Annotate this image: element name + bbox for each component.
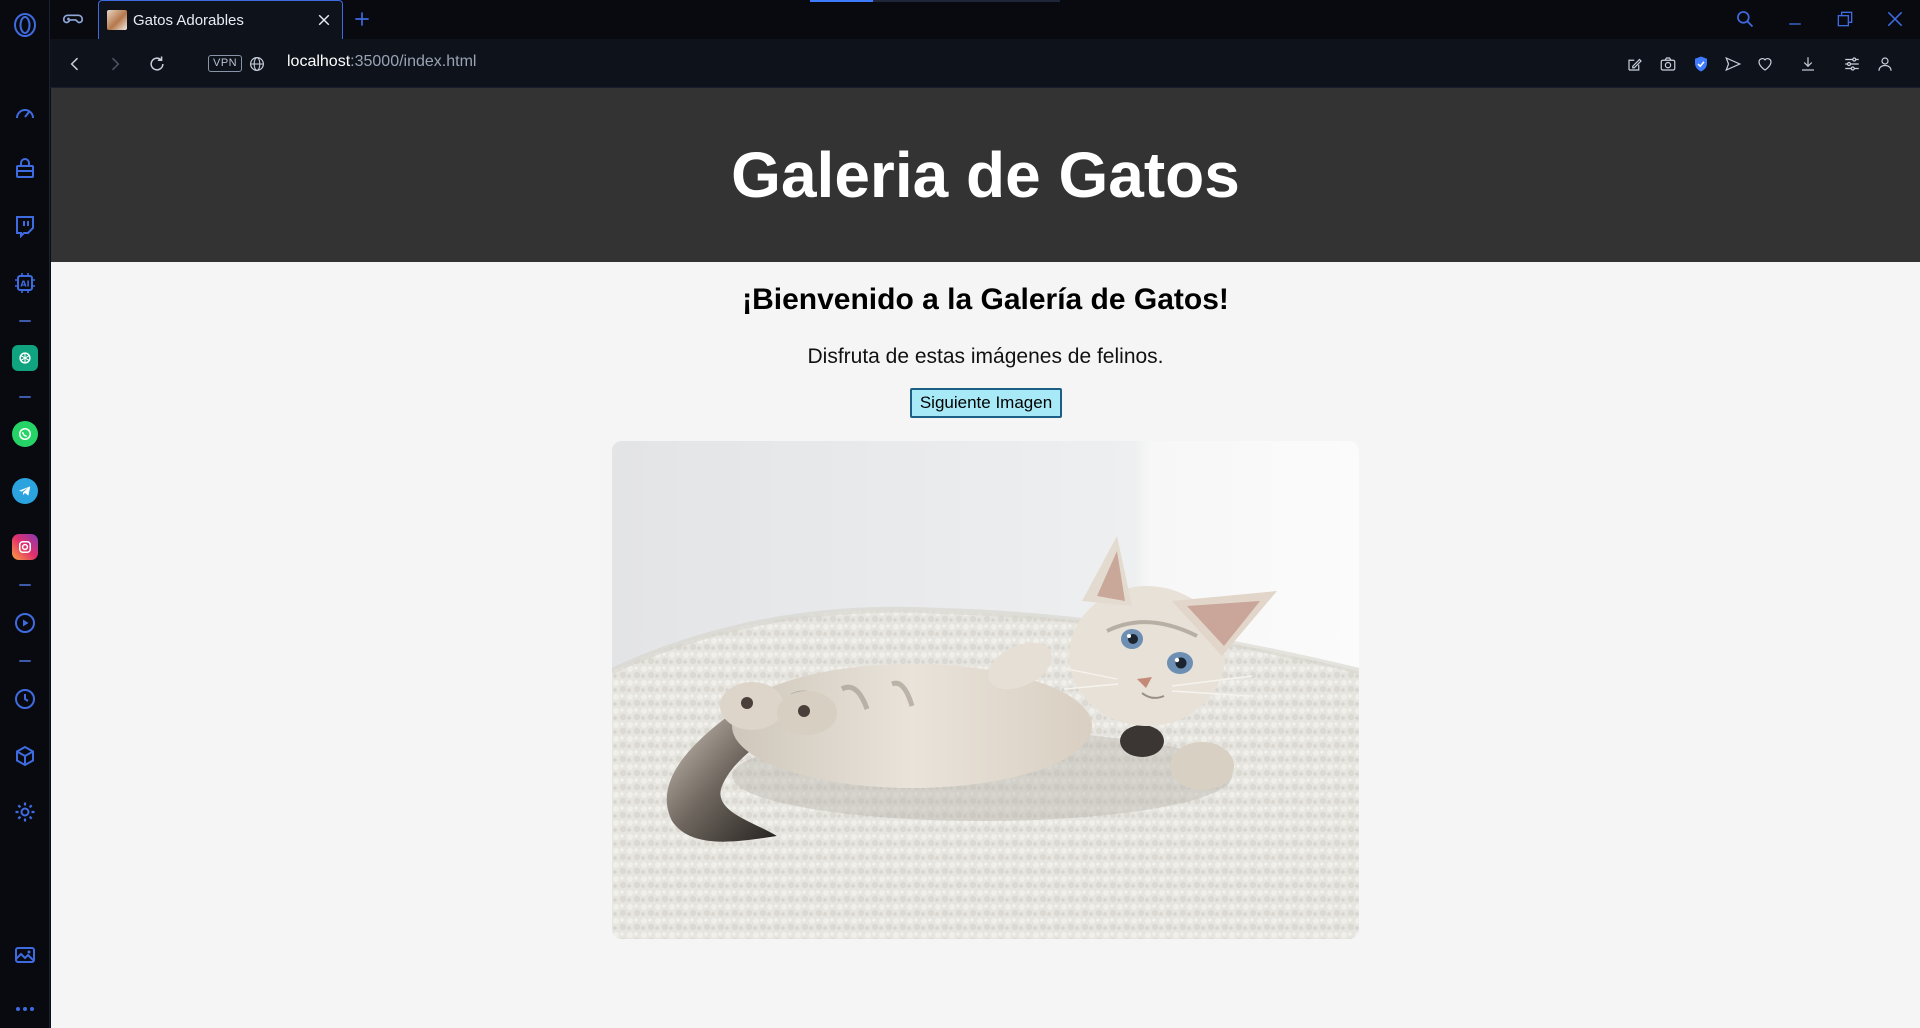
opera-logo-icon[interactable] bbox=[12, 12, 38, 38]
ai-chip-icon[interactable]: AI bbox=[12, 270, 38, 296]
reload-button[interactable] bbox=[144, 51, 170, 77]
more-icon[interactable] bbox=[12, 996, 38, 1022]
instagram-icon[interactable] bbox=[12, 534, 38, 560]
whatsapp-icon[interactable] bbox=[12, 421, 38, 447]
sidebar-separator bbox=[19, 396, 31, 398]
settings-gear-icon[interactable] bbox=[12, 799, 38, 825]
send-icon[interactable] bbox=[1720, 51, 1746, 77]
player-icon[interactable] bbox=[12, 610, 38, 636]
gamepad-icon[interactable] bbox=[60, 6, 86, 32]
speed-dial-icon[interactable] bbox=[12, 100, 38, 126]
vpn-badge[interactable]: VPN bbox=[208, 55, 243, 72]
sidebar-separator bbox=[19, 584, 31, 586]
url-field[interactable]: localhost:35000/index.html bbox=[287, 53, 476, 71]
subtitle-text: Disfruta de estas imágenes de felinos. bbox=[807, 345, 1164, 368]
svg-text:AI: AI bbox=[20, 280, 29, 289]
extensions-cube-icon[interactable] bbox=[12, 743, 38, 769]
history-icon[interactable] bbox=[12, 686, 38, 712]
shopping-bag-icon[interactable] bbox=[12, 156, 38, 182]
globe-icon[interactable] bbox=[244, 51, 270, 77]
adblock-shield-icon[interactable] bbox=[1688, 51, 1714, 77]
welcome-heading: ¡Bienvenido a la Galería de Gatos! bbox=[742, 283, 1229, 316]
url-path: :35000/index.html bbox=[350, 53, 477, 70]
reload-icon bbox=[150, 56, 164, 71]
close-window-icon[interactable] bbox=[1882, 6, 1908, 32]
profile-icon[interactable] bbox=[1872, 51, 1898, 77]
close-icon[interactable] bbox=[314, 10, 334, 30]
heart-icon[interactable] bbox=[1752, 51, 1778, 77]
plus-icon bbox=[355, 12, 369, 26]
url-host: localhost bbox=[287, 53, 351, 70]
load-progress-bar bbox=[810, 0, 1060, 2]
forward-button[interactable] bbox=[102, 51, 128, 77]
chatgpt-icon[interactable] bbox=[12, 345, 38, 371]
tab-title: Gatos Adorables bbox=[133, 11, 244, 29]
sidebar-separator bbox=[19, 660, 31, 662]
back-button[interactable] bbox=[62, 51, 88, 77]
chevron-left-icon bbox=[70, 57, 79, 71]
download-icon[interactable] bbox=[1795, 51, 1821, 77]
chevron-right-icon bbox=[111, 57, 120, 71]
gallery-icon[interactable] bbox=[12, 942, 38, 968]
telegram-icon[interactable] bbox=[12, 478, 38, 504]
minimize-icon[interactable] bbox=[1782, 6, 1808, 32]
snapshot-edit-icon[interactable] bbox=[1622, 51, 1648, 77]
browser-sidebar: AI bbox=[0, 0, 50, 1028]
tab-favicon bbox=[107, 10, 127, 30]
tab-gatos-adorables[interactable]: Gatos Adorables bbox=[98, 0, 343, 39]
tab-strip: Gatos Adorables bbox=[50, 0, 1920, 39]
twitch-icon[interactable] bbox=[12, 213, 38, 239]
new-tab-button[interactable] bbox=[350, 7, 374, 31]
restore-icon[interactable] bbox=[1832, 6, 1858, 32]
site-header: Galeria de Gatos bbox=[51, 88, 1920, 262]
sidebar-separator bbox=[19, 320, 31, 322]
easy-setup-icon[interactable] bbox=[1839, 51, 1865, 77]
cat-image bbox=[612, 441, 1359, 939]
load-progress-fill bbox=[810, 0, 873, 2]
next-image-button[interactable]: Siguiente Imagen bbox=[910, 388, 1062, 418]
address-bar: VPN localhost:35000/index.html bbox=[50, 39, 1920, 88]
camera-icon[interactable] bbox=[1655, 51, 1681, 77]
page-title: Galeria de Gatos bbox=[731, 139, 1240, 211]
page-viewport: Galeria de Gatos ¡Bienvenido a la Galerí… bbox=[51, 88, 1920, 1028]
search-tabs-icon[interactable] bbox=[1732, 6, 1758, 32]
